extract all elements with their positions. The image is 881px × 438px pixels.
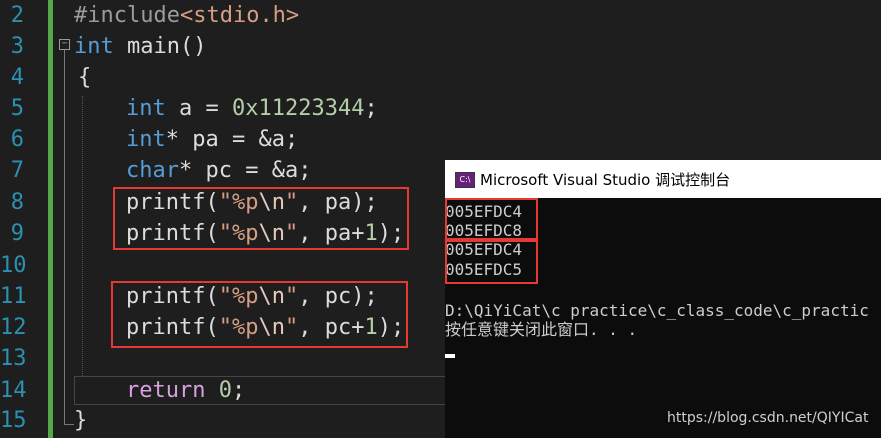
keyword: int — [74, 34, 114, 59]
code-line-14[interactable]: return 0; — [126, 375, 245, 406]
line-number: 7 — [10, 158, 24, 183]
line-number: 3 — [10, 34, 24, 59]
console-title: Microsoft Visual Studio 调试控制台 — [480, 171, 731, 189]
close-brace: } — [74, 408, 88, 433]
outline-guide-end — [64, 424, 74, 425]
code-line-6[interactable]: int* pa = &a; — [126, 124, 298, 155]
keyword: return — [126, 378, 206, 403]
outline-guide — [64, 50, 65, 425]
number-literal: 0 — [218, 378, 232, 403]
line-number: 12 — [0, 315, 27, 340]
code-line-3[interactable]: int main() — [74, 31, 206, 62]
keyword: char — [126, 158, 179, 183]
number-literal: 0x11223344 — [231, 96, 365, 121]
highlight-box-pc — [111, 281, 408, 348]
keyword: int — [126, 127, 166, 152]
watermark-text: https://blog.csdn.net/QIYICat — [667, 410, 869, 426]
include-header: <stdio.h> — [179, 3, 300, 28]
open-brace: { — [78, 65, 92, 90]
line-number: 4 — [10, 65, 24, 90]
code-line-15[interactable]: } — [74, 405, 87, 436]
collapse-toggle-icon[interactable]: − — [59, 39, 70, 50]
code-line-7[interactable]: char* pc = &a; — [126, 155, 311, 186]
line-number: 9 — [10, 221, 24, 246]
line-number: 5 — [10, 96, 24, 121]
code-text: ; — [364, 96, 378, 121]
line-number: 15 — [0, 408, 27, 433]
line-number: 14 — [0, 378, 27, 403]
function-signature: main() — [113, 34, 207, 59]
indent-guide — [82, 96, 83, 376]
highlight-box-output-pa — [445, 198, 538, 240]
console-prompt-line: 按任意键关闭此窗口. . . — [445, 320, 638, 339]
line-number: 10 — [0, 253, 27, 278]
line-number: 8 — [10, 190, 24, 215]
line-number: 13 — [0, 346, 27, 371]
debug-console-window[interactable]: C:\ Microsoft Visual Studio 调试控制台 005EFD… — [445, 160, 881, 438]
code-text: * pa = &a; — [165, 127, 299, 152]
line-number-gutter: 2 3 4 5 6 7 8 9 10 11 12 13 14 15 — [0, 0, 50, 438]
code-text: ; — [231, 378, 246, 403]
highlight-box-pa — [113, 187, 409, 250]
highlight-box-output-pc — [445, 240, 538, 284]
keyword: int — [126, 96, 166, 121]
console-app-icon: C:\ — [455, 172, 475, 188]
code-line-2[interactable]: #include<stdio.h> — [74, 0, 299, 31]
code-line-4[interactable]: { — [78, 62, 91, 93]
code-text: * pc = &a; — [178, 158, 312, 183]
console-path-line: D:\QiYiCat\c practice\c_class_code\c_pra… — [445, 301, 869, 320]
code-text: a = — [165, 96, 232, 121]
preprocessor-directive: #include — [74, 3, 180, 28]
line-number: 2 — [10, 3, 24, 28]
console-titlebar[interactable]: C:\ Microsoft Visual Studio 调试控制台 — [445, 160, 881, 198]
code-line-5[interactable]: int a = 0x11223344; — [126, 93, 378, 124]
line-number: 6 — [10, 127, 24, 152]
change-tracking-bar — [48, 0, 53, 438]
line-number: 11 — [0, 284, 27, 309]
console-cursor — [445, 354, 455, 358]
